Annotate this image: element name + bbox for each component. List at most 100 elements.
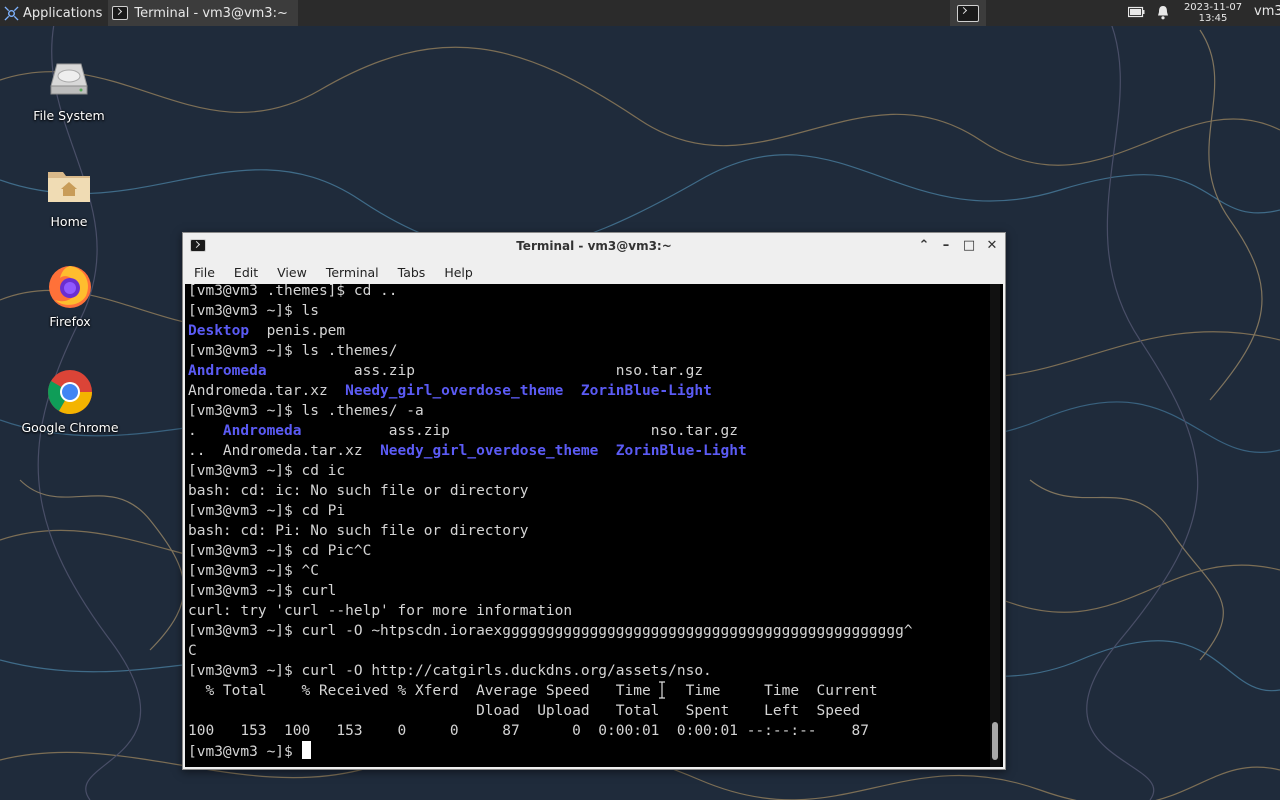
menu-file[interactable]: File <box>183 265 223 280</box>
terminal-line: [vm3@vm3 ~]$ cd Pi <box>188 501 988 521</box>
terminal-text-segment: ass.zip nso.tar.gz <box>301 423 738 439</box>
battery-icon[interactable] <box>1128 6 1145 18</box>
terminal-text: [vm3@vm3 .themes]$ cd .. [vm3@vm3 ~]$ ls D… <box>188 284 988 761</box>
terminal-cursor <box>301 741 311 759</box>
directory-name: Andromeda <box>222 423 302 439</box>
terminal-line: [vm3@vm3 ~]$ cd Pic^C <box>188 541 988 561</box>
scrollbar-thumb[interactable] <box>992 722 998 760</box>
terminal-text-segment: Andromeda.tar.xz <box>188 383 346 399</box>
drive-icon <box>45 56 93 104</box>
terminal-icon <box>190 239 206 252</box>
terminal-text-segment: [vm3@vm3 ~]$ ls .themes/ <box>188 343 398 359</box>
desktop-icon-label: Firefox <box>49 314 91 329</box>
terminal-line: [vm3@vm3 ~]$ cd ic <box>188 461 988 481</box>
terminal-text-segment: [vm3@vm3 ~]$ curl <box>188 583 337 599</box>
menu-bar: File Edit View Terminal Tabs Help <box>183 261 1005 283</box>
desktop-icon-home[interactable]: Home <box>14 162 124 229</box>
terminal-text-segment: [vm3@vm3 ~]$ curl -O http://catgirls.duc… <box>188 663 712 679</box>
minimize-button[interactable]: – <box>937 237 955 255</box>
terminal-icon <box>957 4 979 22</box>
terminal-line: [vm3@vm3 ~]$ curl <box>188 581 988 601</box>
directory-name: Needy_girl_overdose_theme <box>345 383 564 399</box>
terminal-text-segment: Dload Upload Total Spent Left Speed <box>188 703 861 719</box>
terminal-text-segment: [vm3@vm3 ~]$ cd Pic^C <box>188 543 372 559</box>
terminal-text-segment: [vm3@vm3 ~]$ ^C <box>188 563 319 579</box>
terminal-line: Dload Upload Total Spent Left Speed <box>188 701 988 721</box>
desktop-icon-firefox[interactable]: Firefox <box>15 262 125 329</box>
menu-view[interactable]: View <box>266 265 315 280</box>
terminal-line: [vm3@vm3 ~]$ <box>188 741 988 761</box>
window-titlebar[interactable]: Terminal - vm3@vm3:~ ⌃ – □ ✕ <box>183 233 1005 259</box>
close-button[interactable]: ✕ <box>983 237 1001 255</box>
taskbar-terminal-title: Terminal - vm3@vm3:~ <box>134 5 288 21</box>
terminal-line: Andromeda.tar.xz Needy_girl_overdose_the… <box>188 381 988 401</box>
clock[interactable]: 2023-11-07 13:45 <box>1178 0 1248 26</box>
terminal-line: bash: cd: ic: No such file or directory <box>188 481 988 501</box>
terminal-line: .. Andromeda.tar.xz Needy_girl_overdose_… <box>188 441 988 461</box>
terminal-line: . Andromeda ass.zip nso.tar.gz <box>188 421 988 441</box>
terminal-line: bash: cd: Pi: No such file or directory <box>188 521 988 541</box>
terminal-scrollbar[interactable] <box>990 284 1000 767</box>
terminal-text-segment: 100 153 100 153 0 0 87 0 0:00:01 0:00:01… <box>188 723 869 739</box>
terminal-output-area[interactable]: [vm3@vm3 .themes]$ cd .. [vm3@vm3 ~]$ ls D… <box>185 284 1003 767</box>
terminal-text-segment: [vm3@vm3 ~]$ cd ic <box>188 463 346 479</box>
terminal-text-segment: curl: try 'curl --help' for more informa… <box>188 603 573 619</box>
terminal-line: % Total % Received % Xferd Average Speed… <box>188 681 988 701</box>
terminal-line: Desktop penis.pem <box>188 321 988 341</box>
terminal-text-segment: ass.zip nso.tar.gz <box>266 363 704 379</box>
directory-name: ZorinBlue-Light <box>580 383 712 399</box>
desktop-icon-google-chrome[interactable]: Google Chrome <box>15 368 125 435</box>
applications-menu-button[interactable]: Applications <box>0 0 108 26</box>
roll-up-button[interactable]: ⌃ <box>915 237 933 255</box>
terminal-text-segment: .. Andromeda.tar.xz <box>188 443 381 459</box>
terminal-line: C <box>188 641 988 661</box>
menu-terminal[interactable]: Terminal <box>315 265 387 280</box>
terminal-line: [vm3@vm3 ~]$ ^C <box>188 561 988 581</box>
terminal-icon <box>112 6 129 20</box>
desktop-icon-label: Home <box>50 214 88 229</box>
menu-tabs[interactable]: Tabs <box>387 265 434 280</box>
terminal-text-segment: bash: cd: ic: No such file or directory <box>188 483 529 499</box>
directory-name: Desktop <box>188 323 250 339</box>
chrome-icon <box>46 368 94 416</box>
home-folder-icon <box>45 162 93 210</box>
desktop-icon-label: File System <box>33 108 105 123</box>
terminal-text-segment: C <box>188 643 197 659</box>
menu-edit[interactable]: Edit <box>223 265 266 280</box>
maximize-button[interactable]: □ <box>960 237 978 255</box>
xfce-logo-icon <box>4 5 19 21</box>
applications-label: Applications <box>23 5 103 21</box>
directory-name: Needy_girl_overdose_theme <box>380 443 599 459</box>
desktop-icon-label: Google Chrome <box>21 420 119 435</box>
desktop-icon-file-system[interactable]: File System <box>14 56 124 123</box>
terminal-line: [vm3@vm3 ~]$ curl -O ~htpscdn.ioraexgggg… <box>188 621 988 641</box>
notification-bell-icon[interactable] <box>1156 5 1170 20</box>
terminal-text-segment: [vm3@vm3 ~]$ cd Pi <box>188 503 346 519</box>
tray-terminal-button[interactable] <box>950 0 986 26</box>
terminal-line: [vm3@vm3 ~]$ curl -O http://catgirls.duc… <box>188 661 988 681</box>
terminal-line: [vm3@vm3 ~]$ ls <box>188 301 988 321</box>
firefox-icon <box>46 262 94 310</box>
terminal-text-segment: . <box>188 423 223 439</box>
taskbar-terminal-button[interactable]: Terminal - vm3@vm3:~ <box>108 0 298 26</box>
terminal-line: curl: try 'curl --help' for more informa… <box>188 601 988 621</box>
menu-help[interactable]: Help <box>433 265 481 280</box>
terminal-text-segment: bash: cd: Pi: No such file or directory <box>188 523 529 539</box>
terminal-line: [vm3@vm3 .themes]$ cd .. <box>188 284 988 301</box>
terminal-text-segment: [vm3@vm3 .themes]$ cd .. <box>188 284 398 299</box>
mouse-text-cursor-icon <box>659 681 665 699</box>
terminal-text-segment: [vm3@vm3 ~]$ ls .themes/ -a <box>188 403 424 419</box>
user-menu[interactable]: vm3 <box>1254 4 1280 19</box>
top-panel: Applications Terminal - vm3@vm3:~ 2023-1… <box>0 0 1280 26</box>
terminal-window: Terminal - vm3@vm3:~ ⌃ – □ ✕ File Edit V… <box>182 232 1006 770</box>
terminal-text-segment: [vm3@vm3 ~]$ <box>188 744 302 760</box>
terminal-line: [vm3@vm3 ~]$ ls .themes/ -a <box>188 401 988 421</box>
terminal-line: Andromeda ass.zip nso.tar.gz <box>188 361 988 381</box>
terminal-line: 100 153 100 153 0 0 87 0 0:00:01 0:00:01… <box>188 721 988 741</box>
clock-date: 2023-11-07 <box>1183 2 1243 13</box>
terminal-text-segment: % Total % Received % Xferd Average Speed… <box>188 683 878 699</box>
terminal-text-segment: [vm3@vm3 ~]$ ls <box>188 303 319 319</box>
directory-name: Andromeda <box>188 363 267 379</box>
